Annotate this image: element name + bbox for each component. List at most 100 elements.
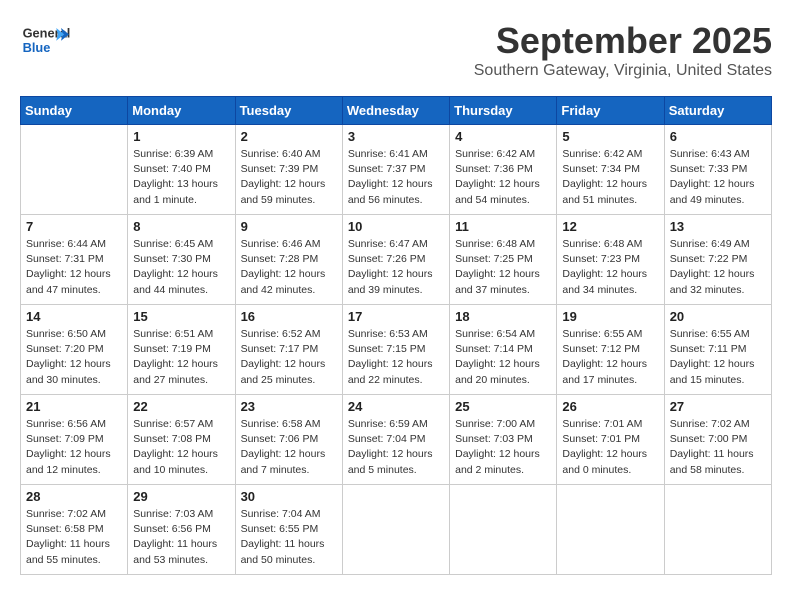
day-info: Sunrise: 6:53 AMSunset: 7:15 PMDaylight:…	[348, 327, 444, 388]
calendar-cell: 4 Sunrise: 6:42 AMSunset: 7:36 PMDaylight…	[450, 125, 557, 215]
page-header: General Blue September 2025 Southern Gat…	[20, 20, 772, 80]
day-info: Sunrise: 6:44 AMSunset: 7:31 PMDaylight:…	[26, 237, 122, 298]
day-info: Sunrise: 7:00 AMSunset: 7:03 PMDaylight:…	[455, 417, 551, 478]
day-number: 25	[455, 399, 551, 414]
day-number: 13	[670, 219, 766, 234]
day-number: 9	[241, 219, 337, 234]
calendar-cell: 24Sunrise: 6:59 AMSunset: 7:04 PMDayligh…	[342, 395, 449, 485]
day-info: Sunrise: 6:55 AMSunset: 7:11 PMDaylight:…	[670, 327, 766, 388]
calendar-cell: 22Sunrise: 6:57 AMSunset: 7:08 PMDayligh…	[128, 395, 235, 485]
calendar-cell: 18Sunrise: 6:54 AMSunset: 7:14 PMDayligh…	[450, 305, 557, 395]
calendar-cell	[21, 125, 128, 215]
day-number: 21	[26, 399, 122, 414]
day-info: Sunrise: 6:46 AMSunset: 7:28 PMDaylight:…	[241, 237, 337, 298]
day-info: Sunrise: 6:50 AMSunset: 7:20 PMDaylight:…	[26, 327, 122, 388]
day-info: Sunrise: 7:03 AMSunset: 6:56 PMDaylight:…	[133, 507, 229, 568]
calendar-cell	[557, 485, 664, 575]
title-block: September 2025 Southern Gateway, Virgini…	[474, 20, 772, 80]
day-number: 11	[455, 219, 551, 234]
month-title: September 2025	[474, 20, 772, 62]
day-number: 4	[455, 129, 551, 144]
day-number: 10	[348, 219, 444, 234]
calendar-cell	[342, 485, 449, 575]
day-number: 12	[562, 219, 658, 234]
calendar-cell: 29Sunrise: 7:03 AMSunset: 6:56 PMDayligh…	[128, 485, 235, 575]
calendar-cell: 28 Sunrise: 7:02 AMSunset: 6:58 PMDayligh…	[21, 485, 128, 575]
calendar-cell: 6 Sunrise: 6:43 AMSunset: 7:33 PMDaylight…	[664, 125, 771, 215]
calendar-cell: 9 Sunrise: 6:46 AMSunset: 7:28 PMDaylight…	[235, 215, 342, 305]
day-number: 27	[670, 399, 766, 414]
day-info: Sunrise: 6:42 AMSunset: 7:36 PMDaylight:…	[455, 147, 551, 208]
day-info: Sunrise: 6:59 AMSunset: 7:04 PMDaylight:…	[348, 417, 444, 478]
day-info: Sunrise: 6:56 AMSunset: 7:09 PMDaylight:…	[26, 417, 122, 478]
calendar-week-5: 28 Sunrise: 7:02 AMSunset: 6:58 PMDayligh…	[21, 485, 772, 575]
calendar-cell: 13 Sunrise: 6:49 AMSunset: 7:22 PMDayligh…	[664, 215, 771, 305]
day-number: 8	[133, 219, 229, 234]
day-info: Sunrise: 6:48 AMSunset: 7:23 PMDaylight:…	[562, 237, 658, 298]
day-number: 19	[562, 309, 658, 324]
day-info: Sunrise: 6:55 AMSunset: 7:12 PMDaylight:…	[562, 327, 658, 388]
calendar-cell: 17 Sunrise: 6:53 AMSunset: 7:15 PMDayligh…	[342, 305, 449, 395]
day-info: Sunrise: 6:41 AMSunset: 7:37 PMDaylight:…	[348, 147, 444, 208]
day-info: Sunrise: 6:48 AMSunset: 7:25 PMDaylight:…	[455, 237, 551, 298]
calendar-cell: 1Sunrise: 6:39 AMSunset: 7:40 PMDaylight…	[128, 125, 235, 215]
day-number: 28	[26, 489, 122, 504]
day-info: Sunrise: 6:45 AMSunset: 7:30 PMDaylight:…	[133, 237, 229, 298]
day-number: 5	[562, 129, 658, 144]
calendar-cell: 25 Sunrise: 7:00 AMSunset: 7:03 PMDayligh…	[450, 395, 557, 485]
calendar-cell: 26 Sunrise: 7:01 AMSunset: 7:01 PMDayligh…	[557, 395, 664, 485]
weekday-header-wednesday: Wednesday	[342, 97, 449, 125]
day-number: 14	[26, 309, 122, 324]
calendar-cell: 8 Sunrise: 6:45 AMSunset: 7:30 PMDaylight…	[128, 215, 235, 305]
weekday-header-sunday: Sunday	[21, 97, 128, 125]
calendar-cell: 16 Sunrise: 6:52 AMSunset: 7:17 PMDayligh…	[235, 305, 342, 395]
day-info: Sunrise: 6:40 AMSunset: 7:39 PMDaylight:…	[241, 147, 337, 208]
calendar-cell	[664, 485, 771, 575]
day-number: 3	[348, 129, 444, 144]
day-info: Sunrise: 6:57 AMSunset: 7:08 PMDaylight:…	[133, 417, 229, 478]
day-info: Sunrise: 6:52 AMSunset: 7:17 PMDaylight:…	[241, 327, 337, 388]
logo-icon: General Blue	[20, 20, 70, 60]
calendar-cell	[450, 485, 557, 575]
day-info: Sunrise: 6:49 AMSunset: 7:22 PMDaylight:…	[670, 237, 766, 298]
weekday-header-saturday: Saturday	[664, 97, 771, 125]
day-number: 7	[26, 219, 122, 234]
day-number: 2	[241, 129, 337, 144]
weekday-header-tuesday: Tuesday	[235, 97, 342, 125]
calendar-cell: 5 Sunrise: 6:42 AMSunset: 7:34 PMDaylight…	[557, 125, 664, 215]
day-number: 30	[241, 489, 337, 504]
day-number: 6	[670, 129, 766, 144]
day-number: 16	[241, 309, 337, 324]
day-number: 23	[241, 399, 337, 414]
day-info: Sunrise: 6:43 AMSunset: 7:33 PMDaylight:…	[670, 147, 766, 208]
weekday-header-friday: Friday	[557, 97, 664, 125]
day-info: Sunrise: 6:58 AMSunset: 7:06 PMDaylight:…	[241, 417, 337, 478]
calendar-cell: 27 Sunrise: 7:02 AMSunset: 7:00 PMDayligh…	[664, 395, 771, 485]
day-number: 15	[133, 309, 229, 324]
calendar-week-3: 14 Sunrise: 6:50 AMSunset: 7:20 PMDayligh…	[21, 305, 772, 395]
calendar-table: SundayMondayTuesdayWednesdayThursdayFrid…	[20, 96, 772, 575]
calendar-cell: 3 Sunrise: 6:41 AMSunset: 7:37 PMDaylight…	[342, 125, 449, 215]
svg-text:Blue: Blue	[23, 40, 51, 55]
day-info: Sunrise: 6:42 AMSunset: 7:34 PMDaylight:…	[562, 147, 658, 208]
day-number: 17	[348, 309, 444, 324]
logo: General Blue	[20, 20, 70, 60]
weekday-header-row: SundayMondayTuesdayWednesdayThursdayFrid…	[21, 97, 772, 125]
day-info: Sunrise: 7:02 AMSunset: 6:58 PMDaylight:…	[26, 507, 122, 568]
calendar-week-4: 21 Sunrise: 6:56 AMSunset: 7:09 PMDayligh…	[21, 395, 772, 485]
calendar-cell: 11 Sunrise: 6:48 AMSunset: 7:25 PMDayligh…	[450, 215, 557, 305]
calendar-cell: 20 Sunrise: 6:55 AMSunset: 7:11 PMDayligh…	[664, 305, 771, 395]
calendar-cell: 10Sunrise: 6:47 AMSunset: 7:26 PMDayligh…	[342, 215, 449, 305]
day-info: Sunrise: 7:02 AMSunset: 7:00 PMDaylight:…	[670, 417, 766, 478]
day-info: Sunrise: 6:54 AMSunset: 7:14 PMDaylight:…	[455, 327, 551, 388]
calendar-cell: 7 Sunrise: 6:44 AMSunset: 7:31 PMDaylight…	[21, 215, 128, 305]
weekday-header-monday: Monday	[128, 97, 235, 125]
day-info: Sunrise: 6:39 AMSunset: 7:40 PMDaylight:…	[133, 147, 229, 208]
day-number: 20	[670, 309, 766, 324]
day-info: Sunrise: 7:01 AMSunset: 7:01 PMDaylight:…	[562, 417, 658, 478]
calendar-body: 1Sunrise: 6:39 AMSunset: 7:40 PMDaylight…	[21, 125, 772, 575]
location-subtitle: Southern Gateway, Virginia, United State…	[474, 62, 772, 80]
day-info: Sunrise: 7:04 AMSunset: 6:55 PMDaylight:…	[241, 507, 337, 568]
calendar-week-1: 1Sunrise: 6:39 AMSunset: 7:40 PMDaylight…	[21, 125, 772, 215]
day-number: 26	[562, 399, 658, 414]
